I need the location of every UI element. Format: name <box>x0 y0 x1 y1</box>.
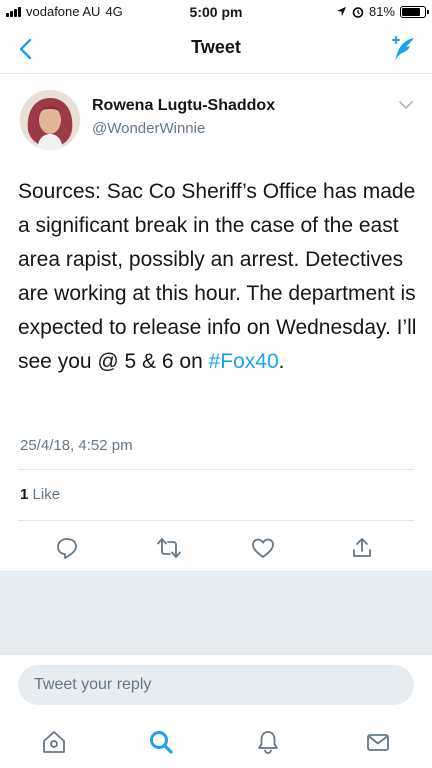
like-count-number: 1 <box>20 486 29 503</box>
tab-notifications[interactable] <box>248 722 288 762</box>
hashtag-link[interactable]: #Fox40 <box>209 350 279 373</box>
tab-bar <box>0 714 432 768</box>
page-title: Tweet <box>191 37 241 57</box>
battery-level <box>402 7 420 16</box>
tab-home[interactable] <box>34 722 74 762</box>
tweet-text: Sources: Sac Co Sheriff’s Office has mad… <box>18 175 418 379</box>
avatar-image <box>20 90 80 150</box>
battery-percent: 81% <box>368 4 395 19</box>
search-icon <box>150 731 173 754</box>
notifications-icon <box>258 731 278 754</box>
replies-area <box>0 571 432 654</box>
location-arrow-icon <box>336 6 347 17</box>
share-icon <box>353 538 371 557</box>
reply-button[interactable] <box>49 530 85 566</box>
like-button[interactable] <box>245 530 281 566</box>
likes-count[interactable]: 1 Like <box>20 486 60 503</box>
heart-icon <box>252 538 274 558</box>
retweet-icon <box>157 538 181 558</box>
tweet-text-end: . <box>278 350 285 373</box>
status-bar: vodafone AU 4G 5:00 pm 81% <box>0 0 432 24</box>
tweet-actions <box>0 530 432 570</box>
tweet-timestamp: 25/4/18, 4:52 pm <box>20 437 133 454</box>
reply-icon <box>57 538 77 559</box>
tweet-options-button[interactable] <box>398 97 414 115</box>
chevron-down-icon <box>399 101 413 109</box>
share-button[interactable] <box>344 530 380 566</box>
divider <box>18 469 414 470</box>
reply-bar: Tweet your reply <box>0 654 432 714</box>
compose-tweet-icon <box>392 36 414 61</box>
like-label: Like <box>32 486 61 503</box>
author-name[interactable]: Rowena Lugtu-Shaddox <box>92 97 275 115</box>
avatar[interactable] <box>20 90 80 150</box>
status-right: 81% <box>336 4 429 19</box>
navigation-bar: Tweet <box>0 24 432 74</box>
compose-tweet-button[interactable] <box>386 32 420 66</box>
tab-search[interactable] <box>141 722 181 762</box>
reply-input[interactable]: Tweet your reply <box>18 665 414 705</box>
tab-messages[interactable] <box>358 722 398 762</box>
author-handle[interactable]: @WonderWinnie <box>92 120 205 137</box>
tweet-body: Sources: Sac Co Sheriff’s Office has mad… <box>18 180 417 373</box>
alarm-icon <box>352 6 364 18</box>
divider <box>18 520 414 521</box>
messages-icon <box>367 734 389 751</box>
home-icon <box>43 731 65 753</box>
battery-icon <box>400 5 429 18</box>
retweet-button[interactable] <box>151 530 187 566</box>
